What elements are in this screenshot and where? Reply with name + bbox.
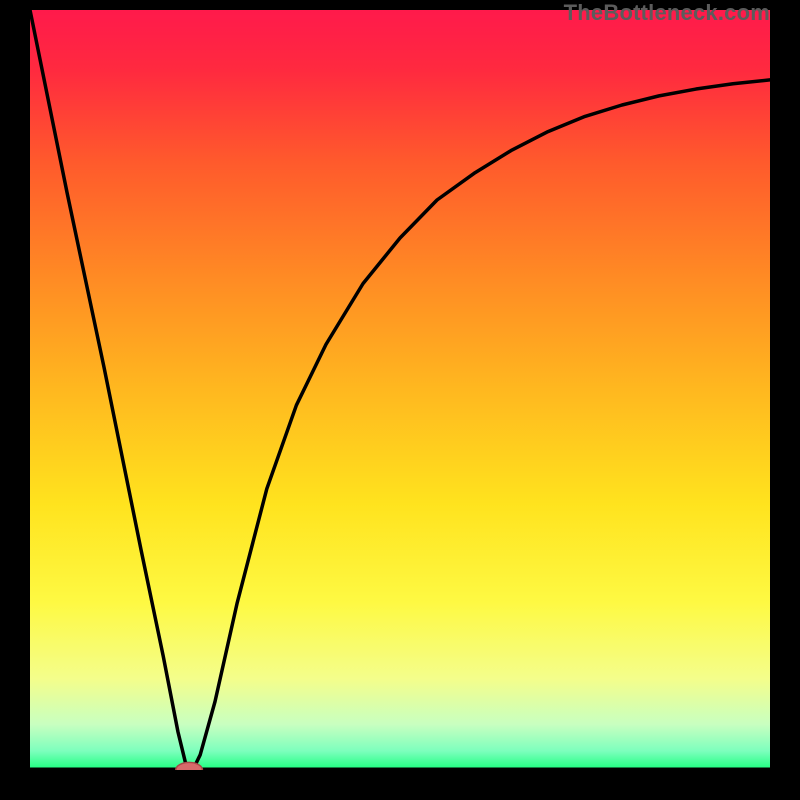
gradient-background bbox=[30, 10, 770, 770]
plot-svg bbox=[30, 10, 770, 770]
plot-area bbox=[30, 10, 770, 770]
chart-frame: TheBottleneck.com bbox=[0, 0, 800, 800]
watermark-text: TheBottleneck.com bbox=[564, 0, 770, 26]
